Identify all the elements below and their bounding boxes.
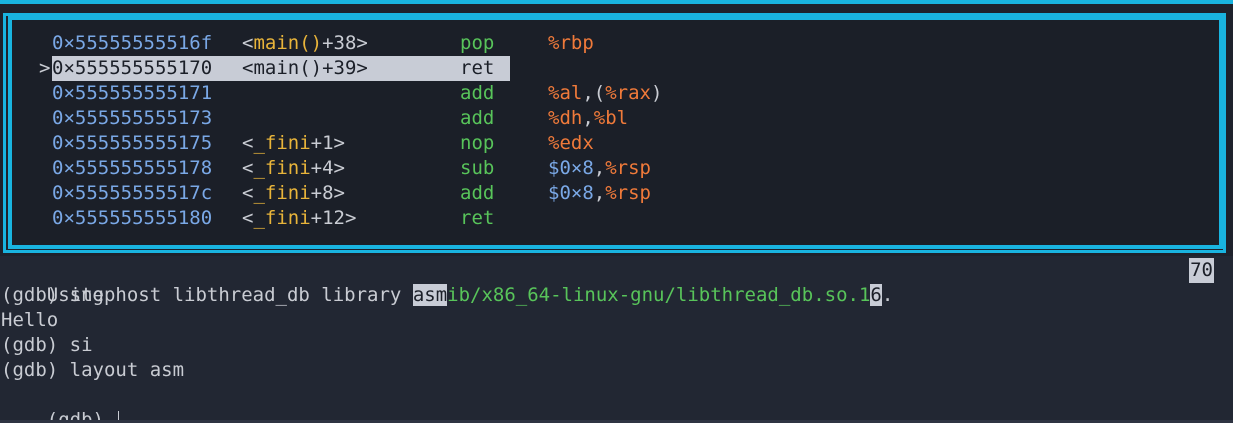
instruction-mnemonic: add	[460, 82, 495, 104]
asm-window: 0×55555555516f <main()+38> pop %rbp >0×55555…	[0, 0, 1233, 256]
instruction-address: 0×555555555175	[52, 132, 213, 154]
operand-register: %dh	[548, 107, 583, 129]
console-prompt-line[interactable]: (gdb)	[1, 383, 120, 423]
operand-register: %rax	[605, 82, 651, 104]
instruction-address: 0×555555555178	[52, 157, 213, 179]
instruction-operands: %dh,%bl	[548, 106, 628, 131]
symbol-offset: <main()+38>	[242, 31, 368, 56]
instruction-mnemonic: sub	[460, 157, 495, 179]
asm-line[interactable]: 0×555555555178 <_fini+4> sub $0×8,%rsp	[13, 156, 1213, 181]
instruction-operands: %edx	[548, 131, 594, 156]
asm-line[interactable]: 0×55555555516f <main()+38> pop %rbp	[13, 31, 1213, 56]
current-instruction-marker: >	[39, 57, 51, 79]
instruction-mnemonic: ret	[460, 57, 495, 79]
console-line-libthread: Using host libthread_db library asmib/x8…	[1, 258, 893, 306]
instruction-address: 0×555555555170	[52, 57, 213, 79]
asm-line[interactable]: 0×55555555517c <_fini+8> add $0×8,%rsp	[13, 181, 1213, 206]
symbol-open: <	[242, 182, 254, 204]
console-text-end: .	[881, 284, 894, 306]
symbol-offset: <_fini+8>	[242, 181, 345, 206]
instruction-mnemonic: nop	[460, 132, 495, 154]
symbol-close: +39>	[322, 57, 368, 79]
instruction-address: 0×555555555171	[52, 82, 213, 104]
console-selection-end: 6	[870, 284, 882, 306]
symbol-open: <	[242, 157, 254, 179]
console-line-count: 70	[1189, 258, 1214, 283]
instruction-operands: $0×8,%rsp	[548, 181, 651, 206]
instruction-mnemonic: add	[460, 182, 495, 204]
symbol-close: +8>	[310, 182, 345, 204]
console-selection: asm	[412, 284, 448, 306]
symbol-offset: <_fini+1>	[242, 131, 345, 156]
operand-register: %rsp	[605, 157, 651, 179]
symbol-open: <	[242, 57, 254, 79]
instruction-operands: %al,(%rax)	[548, 81, 662, 106]
instruction-mnemonic: ret	[460, 207, 495, 229]
operand-immediate: $0×8	[548, 157, 594, 179]
asm-line[interactable]: 0×555555555171 add %al,(%rax)	[13, 81, 1213, 106]
operand-punctuation: )	[650, 82, 663, 104]
instruction-mnemonic: add	[460, 107, 495, 129]
symbol-function: main()	[253, 32, 323, 54]
symbol-function: _fini	[253, 207, 311, 229]
symbol-open: <	[242, 32, 254, 54]
operand-immediate: $0×8	[548, 182, 594, 204]
operand-register: %edx	[548, 132, 594, 154]
operand-punctuation: ,	[593, 182, 606, 204]
symbol-close: +12>	[310, 207, 357, 229]
gdb-console[interactable]: Using host libthread_db library asmib/x8…	[0, 258, 1233, 423]
asm-line[interactable]: 0×555555555175 <_fini+1> nop %edx	[13, 131, 1213, 156]
instruction-address: 0×555555555180	[52, 207, 213, 229]
symbol-function: _fini	[253, 132, 311, 154]
instruction-address: 0×55555555516f	[52, 32, 213, 54]
asm-line[interactable]: 0×555555555180 <_fini+12> ret	[13, 206, 1213, 231]
console-path: ib/x86_64-linux-gnu/libthread_db.so.1	[447, 284, 871, 306]
operand-punctuation: ,(	[582, 82, 606, 104]
console-line: (gdb) step	[1, 284, 116, 306]
instruction-operands: %rbp	[548, 31, 594, 56]
asm-listing[interactable]: 0×55555555516f <main()+38> pop %rbp >0×55555…	[13, 31, 1213, 241]
symbol-function: main()	[253, 57, 323, 79]
asm-line-current[interactable]: >0×555555555170 <main()+39> ret	[13, 56, 1213, 81]
symbol-close: +1>	[310, 132, 345, 154]
operand-register: %al	[548, 82, 583, 104]
console-line: Hello	[1, 309, 59, 331]
instruction-mnemonic: pop	[460, 32, 495, 54]
symbol-function: _fini	[253, 157, 311, 179]
instruction-address: 0×55555555517c	[52, 182, 213, 204]
console-line: (gdb) si	[1, 334, 93, 356]
instruction-address: 0×555555555173	[52, 107, 213, 129]
operand-punctuation: ,	[582, 107, 594, 129]
operand-register: %rbp	[548, 32, 594, 54]
operand-register: %bl	[593, 107, 629, 129]
symbol-offset: <main()+39>	[242, 56, 368, 81]
symbol-offset: <_fini+4>	[242, 156, 345, 181]
asm-line[interactable]: 0×555555555173 add %dh,%bl	[13, 106, 1213, 131]
symbol-close: +4>	[310, 157, 345, 179]
symbol-open: <	[242, 207, 254, 229]
symbol-close: +38>	[322, 32, 368, 54]
operand-punctuation: ,	[593, 157, 606, 179]
symbol-open: <	[242, 132, 254, 154]
symbol-function: _fini	[253, 182, 311, 204]
instruction-operands: $0×8,%rsp	[548, 156, 651, 181]
console-line: (gdb) layout asm	[1, 359, 185, 381]
symbol-offset: <_fini+12>	[242, 206, 356, 231]
operand-register: %rsp	[605, 182, 651, 204]
